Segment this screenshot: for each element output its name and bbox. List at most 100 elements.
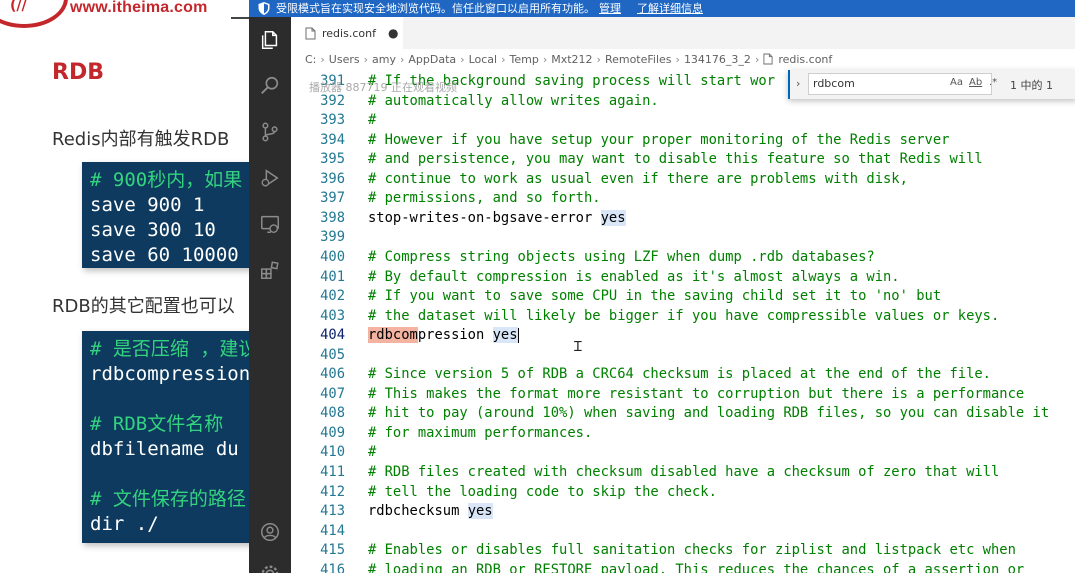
itheima-logo: (//	[0, 0, 68, 28]
line-number: 398	[320, 209, 345, 226]
find-widget: › rdbcom Aa Ab .* 1 中的 1	[788, 70, 1075, 99]
line-number: 404	[320, 327, 345, 344]
unsaved-dot-icon[interactable]: ●	[388, 26, 398, 40]
code-token: # the dataset will likely be bigger if y…	[368, 307, 1000, 324]
line-number: 393	[320, 112, 345, 129]
restricted-mode-banner: 受限模式旨在实现安全地浏览代码。信任此窗口以启用所有功能。 管理 了解详细信息	[249, 0, 1075, 17]
whole-word-toggle[interactable]: Ab	[969, 77, 982, 88]
code-token: pression	[417, 327, 493, 344]
editor-line: 403 # the dataset will likely be bigger i…	[291, 308, 1075, 328]
editor-line: 398 stop-writes-on-bgsave-error yes	[291, 209, 1075, 230]
editor-line: 415 # Enables or disables full sanitation…	[291, 542, 1075, 562]
editor-line: 404 rdbcompression yes	[291, 327, 1075, 347]
banner-learn-more-link[interactable]: 了解详细信息	[637, 0, 703, 17]
file-icon	[763, 53, 773, 65]
editor-line: 409 # for maximum performances.	[291, 425, 1075, 445]
header-divider	[231, 17, 251, 19]
line-number: 400	[320, 248, 345, 265]
line-number: 412	[320, 483, 345, 500]
code-line: save 300 10	[90, 219, 216, 241]
breadcrumb-separator-icon: ›	[596, 53, 601, 66]
code-token: # Enables or disables full sanitation ch…	[368, 542, 1016, 559]
code-comment: # Since version 5 of RDB a CRC64 checksu…	[368, 366, 991, 382]
line-number: 406	[320, 366, 345, 383]
breadcrumb-separator-icon: ›	[754, 53, 760, 66]
code-comment: # RDB files created with checksum disabl…	[368, 464, 999, 480]
breadcrumb-item[interactable]: RemoteFiles	[605, 53, 672, 66]
editor-line: 401 # By default compression is enabled a…	[291, 269, 1075, 289]
line-number: 407	[320, 385, 345, 402]
breadcrumb-item[interactable]: Users	[329, 53, 360, 66]
breadcrumb-item[interactable]: AppData	[408, 53, 456, 66]
remote-explorer-icon[interactable]	[258, 212, 282, 236]
code-token: # By default compression is enabled as i…	[368, 268, 900, 285]
code-token: # tell the loading code to skip the chec…	[368, 483, 717, 500]
code-token: # If you want to save some CPU in the sa…	[368, 288, 942, 305]
breadcrumb-item[interactable]: Mxt212	[551, 53, 592, 66]
line-number: 414	[320, 522, 345, 539]
code-token: rdbchecksum	[368, 503, 468, 520]
settings-icon[interactable]	[258, 562, 282, 573]
line-number: 409	[320, 424, 345, 441]
find-match-highlight: rdbcom	[368, 327, 418, 344]
extensions-icon[interactable]	[258, 258, 282, 282]
code-comment: # hit to pay (around 10%) when saving an…	[368, 405, 1049, 421]
code-comment: # and persistence, you may want to disab…	[368, 151, 983, 167]
line-number: 396	[320, 170, 345, 187]
editor-line: 410 #	[291, 444, 1075, 464]
breadcrumb-item[interactable]: redis.conf	[778, 53, 832, 66]
breadcrumb-item[interactable]: Local	[469, 53, 498, 66]
code-token: # hit to pay (around 10%) when saving an…	[368, 405, 1050, 422]
editor-line: 408 # hit to pay (around 10%) when saving…	[291, 405, 1075, 425]
code-token: #	[368, 444, 377, 461]
code-comment: # the dataset will likely be bigger if y…	[368, 308, 999, 324]
line-number: 410	[320, 444, 345, 461]
breadcrumb-item[interactable]: C:	[305, 53, 316, 66]
explorer-icon[interactable]	[258, 28, 282, 52]
search-icon[interactable]	[258, 74, 282, 98]
find-input[interactable]: rdbcom	[808, 73, 992, 95]
breadcrumb-item[interactable]: Temp	[509, 53, 538, 66]
account-icon[interactable]	[258, 520, 282, 544]
code-text: stop-writes-on-bgsave-error yes	[368, 209, 626, 226]
banner-manage-link[interactable]: 管理	[599, 0, 621, 17]
editor-line: 397 # permissions, and so forth.	[291, 190, 1075, 210]
config-value: yes	[467, 503, 493, 520]
run-debug-icon[interactable]	[258, 166, 282, 190]
editor-line: 406 # Since version 5 of RDB a CRC64 chec…	[291, 366, 1075, 386]
line-number: 413	[320, 503, 345, 520]
code-token: stop-writes-on-bgsave-error	[368, 209, 601, 226]
line-number: 402	[320, 288, 345, 305]
match-case-toggle[interactable]: Aa	[950, 77, 963, 88]
editor-line: 400 # Compress string objects using LZF w…	[291, 249, 1075, 269]
banner-message: 受限模式旨在实现安全地浏览代码。信任此窗口以启用所有功能。	[276, 2, 595, 15]
breadcrumb-item[interactable]: amy	[372, 53, 396, 66]
editor-line: 394 # However if you have setup your prop…	[291, 132, 1075, 152]
editor-line: 405	[291, 347, 1075, 367]
editor-line: 393 #	[291, 112, 1075, 132]
source-control-icon[interactable]	[258, 120, 282, 144]
line-number: 411	[320, 464, 345, 480]
tab-label: redis.conf	[322, 26, 376, 40]
activity-bar	[249, 17, 291, 573]
code-comment: # This makes the format more resistant t…	[368, 386, 1024, 402]
editor-line: 402 # If you want to save some CPU in the…	[291, 288, 1075, 308]
editor-line: 413 rdbchecksum yes	[291, 503, 1075, 523]
line-number: 408	[320, 405, 345, 422]
line-number: 395	[320, 151, 345, 168]
toggle-replace-chevron-icon[interactable]: ›	[796, 77, 800, 90]
config-value: yes	[492, 327, 518, 344]
code-token: # RDB files created with checksum disabl…	[368, 464, 1000, 480]
regex-toggle[interactable]: .*	[989, 77, 997, 88]
code-comment-line: # 900秒内，如果	[90, 169, 243, 191]
code-token: # However if you have setup your proper …	[368, 131, 950, 148]
line-number: 401	[320, 268, 345, 285]
tab-redis-conf[interactable]: redis.conf ●	[291, 17, 403, 49]
editor-line: 411 # RDB files created with checksum dis…	[291, 464, 1075, 484]
code-editor[interactable]: 391 # If the background saving process wi…	[291, 70, 1075, 573]
breadcrumb-item[interactable]: 134176_3_2	[684, 53, 751, 66]
shield-icon	[258, 2, 270, 15]
code-token: # This makes the format more resistant t…	[368, 385, 1025, 402]
code-comment: # tell the loading code to skip the chec…	[368, 484, 717, 500]
